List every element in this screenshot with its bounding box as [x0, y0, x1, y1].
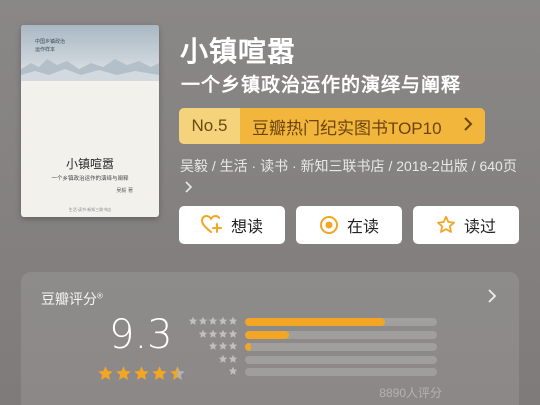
rating-distribution — [188, 316, 437, 379]
cover-series-line2: 运作样本 — [35, 47, 56, 53]
distribution-bar-fill — [245, 330, 290, 339]
rating-star-icon — [97, 365, 114, 387]
book-meta-text: 吴毅 / 生活 · 读书 · 新知三联书店 / 2018-2出版 / 640页 — [180, 158, 517, 174]
ranking-label: 豆瓣热门纪实图书TOP10 — [252, 118, 442, 138]
ranking-label-wrap: 豆瓣热门纪实图书TOP10 — [240, 114, 485, 139]
target-circle-icon — [319, 215, 339, 235]
distribution-bar-fill — [245, 318, 386, 327]
read-label: 读过 — [463, 219, 496, 236]
book-cover[interactable]: 中国乡镇政治 运作样本 小镇喧嚣 一个乡镇政治运作的演绎与阐释 吴毅 著 生活·… — [21, 25, 159, 217]
registered-mark: ® — [97, 291, 103, 301]
distribution-stars — [195, 363, 245, 381]
chevron-right-icon — [463, 116, 473, 137]
action-buttons: 想读 在读 读过 — [179, 206, 519, 244]
chevron-right-icon — [180, 179, 194, 195]
reading-label: 在读 — [346, 219, 379, 236]
ranking-number: No.5 — [179, 108, 240, 144]
rating-title-text: 豆瓣评分 — [41, 291, 97, 307]
distribution-bar — [245, 368, 437, 377]
distribution-bar — [245, 330, 437, 339]
rating-title: 豆瓣评分® — [41, 289, 103, 309]
cover-publisher: 生活·读书·新知三联书店 — [68, 207, 112, 212]
cover-author: 吴毅 著 — [116, 188, 133, 194]
book-subtitle: 一个乡镇政治运作的演绎与阐释 — [181, 75, 462, 96]
rating-score: 9.3 — [109, 312, 173, 358]
rating-star-icon — [169, 365, 186, 387]
distribution-bar — [245, 318, 437, 327]
cover-subtitle: 一个乡镇政治运作的演绎与阐释 — [51, 176, 129, 182]
star-outline-icon — [436, 215, 456, 235]
rating-count: 8890人评分 — [379, 386, 442, 400]
reading-button[interactable]: 在读 — [296, 206, 402, 244]
rating-card[interactable]: 豆瓣评分® 9.3 8890人评分 — [21, 272, 519, 405]
distribution-bar — [245, 343, 437, 352]
cover-series-text: 中国乡镇政治 运作样本 — [35, 38, 79, 54]
rating-star-icon — [115, 365, 132, 387]
book-title: 小镇喧嚣 — [180, 36, 297, 67]
distribution-bar-fill — [245, 343, 251, 352]
rating-star-icon — [133, 365, 150, 387]
cover-title: 小镇喧嚣 — [65, 157, 114, 171]
want-to-read-button[interactable]: 想读 — [179, 206, 285, 244]
book-meta[interactable]: 吴毅 / 生活 · 读书 · 新知三联书店 / 2018-2出版 / 640页 — [180, 156, 520, 198]
distribution-row — [195, 366, 437, 379]
ranking-badge[interactable]: No.5 豆瓣热门纪实图书TOP10 — [179, 108, 485, 144]
want-to-read-label: 想读 — [230, 219, 263, 236]
distribution-bar — [245, 355, 437, 364]
rating-star-icon — [151, 365, 168, 387]
read-button[interactable]: 读过 — [413, 206, 519, 244]
heart-plus-icon — [200, 215, 223, 235]
small-star-icon — [228, 363, 238, 381]
score-stars — [97, 365, 186, 387]
cover-series-line1: 中国乡镇政治 — [35, 39, 66, 45]
chevron-right-icon[interactable] — [487, 288, 497, 309]
